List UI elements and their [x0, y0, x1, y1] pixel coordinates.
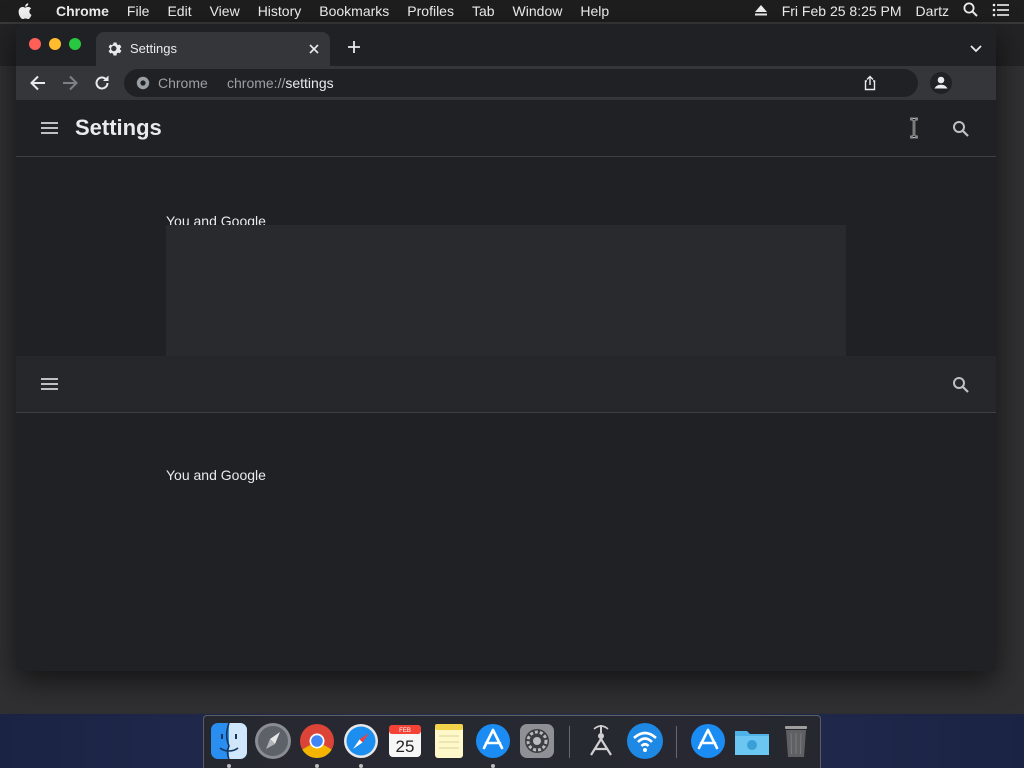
trash-icon[interactable]	[776, 721, 816, 761]
you-and-google-card	[166, 225, 846, 356]
forward-arrow-icon[interactable]	[60, 73, 80, 93]
settings-header: Settings	[16, 100, 996, 157]
chrome-site-icon	[136, 76, 150, 90]
text-cursor-icon	[908, 117, 920, 139]
menu-clock[interactable]: Fri Feb 25 8:25 PM	[782, 3, 902, 19]
system-preferences-gear-icon[interactable]	[517, 721, 557, 761]
gear-icon	[107, 41, 123, 57]
menu-profiles[interactable]: Profiles	[398, 0, 463, 22]
chrome-running-indicator	[315, 764, 319, 768]
hamburger-menu-icon[interactable]	[40, 376, 60, 392]
window-minimize-button[interactable]	[49, 38, 61, 50]
dock-separator	[676, 726, 677, 758]
browser-toolbar: Chrome chrome://settings	[16, 66, 996, 100]
app-store-icon[interactable]	[473, 721, 513, 761]
finder-icon[interactable]	[209, 721, 249, 761]
eject-icon[interactable]	[754, 3, 768, 19]
section-title-you-and-google-duplicate: You and Google	[166, 467, 266, 483]
google-chrome-icon[interactable]	[297, 721, 337, 761]
page-title: Settings	[75, 115, 162, 140]
tab-search-chevron-down-icon[interactable]	[970, 41, 982, 53]
menu-view[interactable]: View	[201, 0, 249, 22]
dock-separator	[569, 726, 570, 758]
calendar-icon[interactable]: FEB 25	[385, 721, 425, 761]
menu-history[interactable]: History	[249, 0, 311, 22]
menu-window[interactable]: Window	[504, 0, 572, 22]
search-settings-icon[interactable]	[952, 120, 970, 138]
dock: FEB 25	[203, 715, 821, 768]
chrome-window: Settings Chrome chrome://settings Settin…	[16, 24, 996, 671]
menu-user-name[interactable]: Dartz	[916, 3, 949, 19]
back-arrow-icon[interactable]	[28, 73, 48, 93]
menu-file[interactable]: File	[118, 0, 159, 22]
address-bar[interactable]: Chrome chrome://settings	[124, 69, 918, 97]
url-path: settings	[285, 75, 334, 91]
share-icon[interactable]	[862, 75, 878, 91]
menu-app-name[interactable]: Chrome	[50, 0, 118, 22]
tab-settings[interactable]: Settings	[96, 32, 330, 66]
menu-edit[interactable]: Edit	[158, 0, 200, 22]
launchpad-icon[interactable]	[253, 721, 293, 761]
notes-icon[interactable]	[429, 721, 469, 761]
url-text[interactable]: chrome://settings	[227, 75, 334, 91]
menu-bar: Chrome File Edit View History Bookmarks …	[0, 0, 1024, 22]
apple-menu-icon[interactable]	[18, 0, 38, 22]
tab-close-icon[interactable]	[306, 41, 322, 57]
site-label: Chrome	[158, 75, 208, 91]
app-store-download-icon[interactable]	[688, 721, 728, 761]
hamburger-menu-icon[interactable]	[40, 120, 60, 136]
safari-running-indicator	[359, 764, 363, 768]
url-scheme: chrome://	[227, 75, 286, 91]
tab-strip: Settings	[16, 24, 996, 66]
downloads-folder-icon[interactable]	[732, 721, 772, 761]
notification-center-icon[interactable]	[992, 3, 1010, 20]
new-tab-icon[interactable]	[346, 39, 362, 55]
search-settings-icon[interactable]	[952, 376, 970, 394]
profile-avatar-icon[interactable]	[929, 71, 953, 95]
wireless-diagnostics-icon[interactable]	[581, 721, 621, 761]
menu-bar-status-area: Fri Feb 25 8:25 PM Dartz	[754, 0, 1024, 22]
window-close-button[interactable]	[29, 38, 41, 50]
tab-title: Settings	[130, 41, 177, 56]
settings-header-duplicate	[16, 356, 996, 413]
spotlight-search-icon[interactable]	[963, 2, 978, 20]
calendar-day-text: 25	[396, 737, 415, 756]
window-maximize-button[interactable]	[69, 38, 81, 50]
app-store-running-indicator	[491, 764, 495, 768]
settings-page: Settings You and Google You and Google	[16, 100, 996, 671]
menu-bookmarks[interactable]: Bookmarks	[310, 0, 398, 22]
menu-tab[interactable]: Tab	[463, 0, 504, 22]
reload-icon[interactable]	[92, 73, 112, 93]
calendar-month-text: FEB	[399, 728, 411, 734]
safari-icon[interactable]	[341, 721, 381, 761]
finder-running-indicator	[227, 764, 231, 768]
wifi-icon[interactable]	[625, 721, 665, 761]
menu-help[interactable]: Help	[571, 0, 618, 22]
